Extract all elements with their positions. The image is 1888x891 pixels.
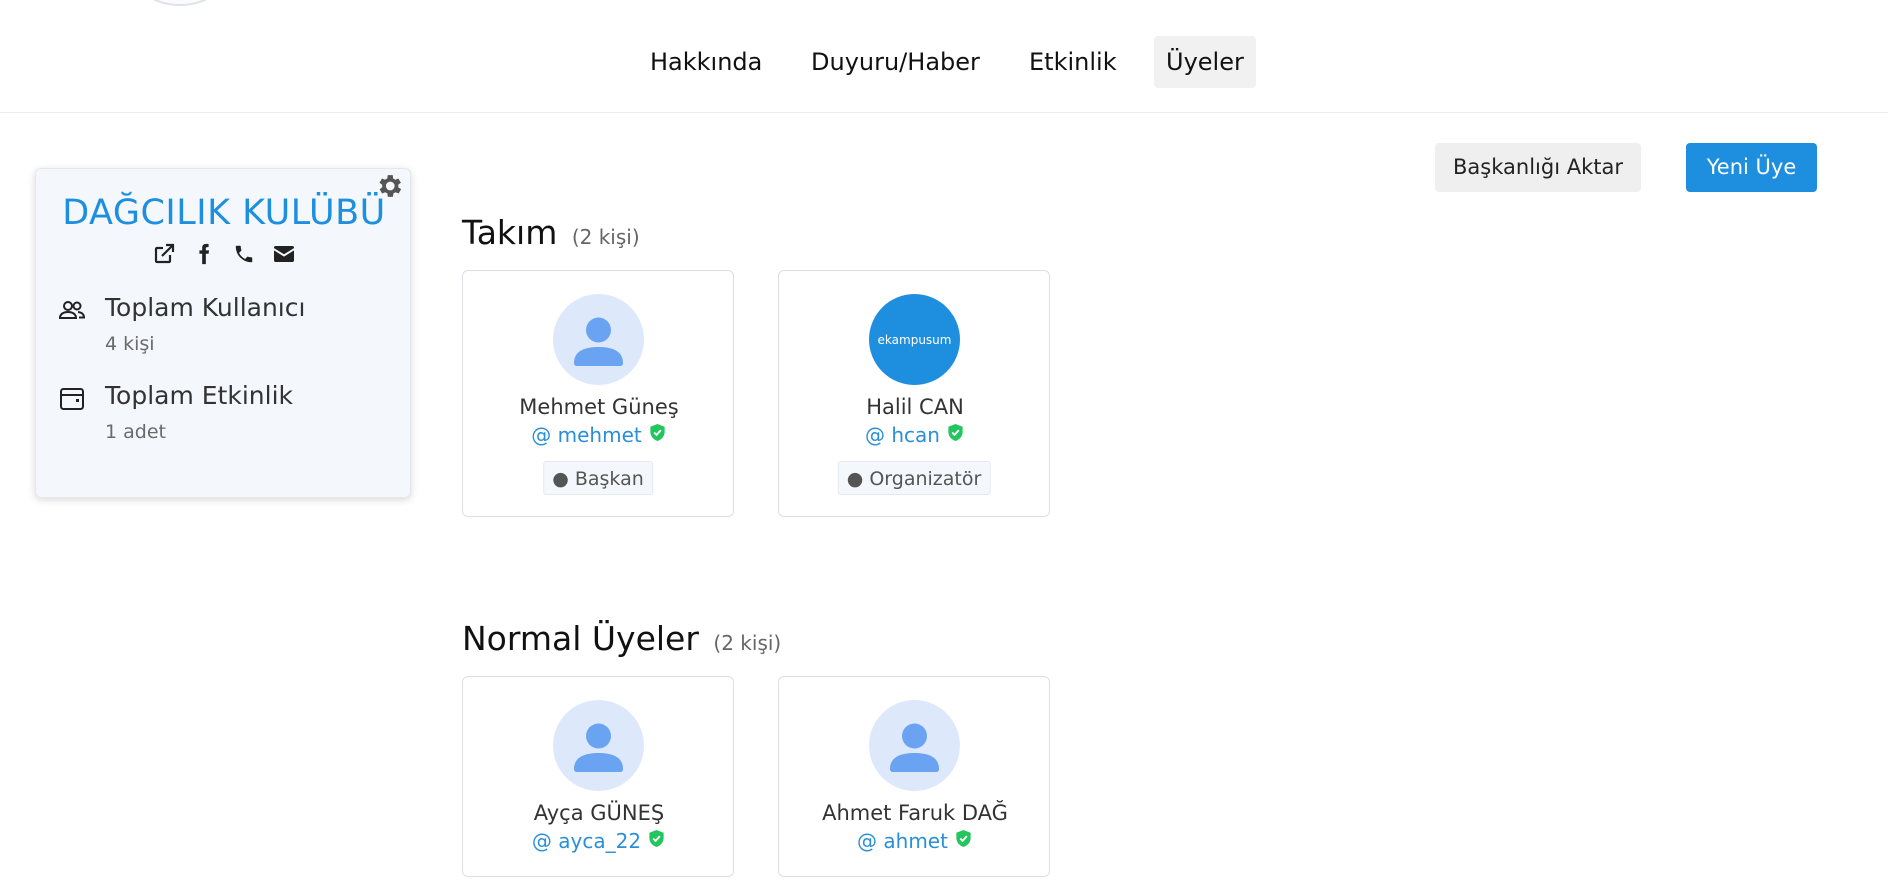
member-name: Ahmet Faruk DAĞ <box>822 801 1008 825</box>
member-username[interactable]: @ mehmet <box>463 423 735 447</box>
social-links <box>36 241 412 267</box>
stat-label-users: Toplam Kullanıcı <box>105 293 306 322</box>
avatar <box>553 294 644 385</box>
username-text[interactable]: @ ayca_22 <box>532 829 641 853</box>
users-icon <box>58 297 86 325</box>
verified-shield-icon <box>648 423 667 447</box>
normal-count: (2 kişi) <box>713 631 782 655</box>
member-card[interactable]: Ayça GÜNEŞ @ ayca_22 <box>462 676 734 877</box>
role-badge: ● Organizatör <box>837 461 991 495</box>
member-username[interactable]: @ hcan <box>779 423 1051 447</box>
stat-value-users: 4 kişi <box>105 333 155 355</box>
nav-tab-uyeler[interactable]: Üyeler <box>1154 36 1256 88</box>
normal-section-title: Normal Üyeler (2 kişi) <box>462 619 781 658</box>
member-name: Mehmet Güneş <box>519 395 679 419</box>
member-username[interactable]: @ ahmet <box>779 829 1051 853</box>
nav-tab-etkinlik[interactable]: Etkinlik <box>1017 36 1129 88</box>
verified-shield-icon <box>954 829 973 853</box>
phone-icon[interactable] <box>231 241 257 267</box>
team-section-title: Takım (2 kişi) <box>462 213 640 252</box>
verified-shield-icon <box>647 829 666 853</box>
external-link-icon[interactable] <box>151 241 177 267</box>
member-name: Halil CAN <box>866 395 964 419</box>
brand-avatar-ekampusum: ekampusum <box>869 294 960 385</box>
member-card[interactable]: Ahmet Faruk DAĞ @ ahmet <box>778 676 1050 877</box>
username-text[interactable]: @ ahmet <box>857 829 948 853</box>
member-card[interactable]: ekampusum Halil CAN @ hcan ● Organizatör <box>778 270 1050 517</box>
avatar <box>869 700 960 791</box>
member-card[interactable]: Mehmet Güneş @ mehmet ● Başkan <box>462 270 734 517</box>
role-badge: ● Başkan <box>543 461 653 495</box>
transfer-presidency-button[interactable]: Başkanlığı Aktar <box>1435 143 1641 192</box>
username-text[interactable]: @ hcan <box>865 423 940 447</box>
top-navigation: Hakkında Duyuru/Haber Etkinlik Üyeler <box>0 0 1888 113</box>
facebook-icon[interactable] <box>191 241 217 267</box>
nav-tab-duyuru-haber[interactable]: Duyuru/Haber <box>799 36 992 88</box>
normal-title: Normal Üyeler <box>462 619 699 658</box>
brand-avatar-text: ekampusum <box>877 332 952 347</box>
member-name: Ayça GÜNEŞ <box>533 801 665 825</box>
club-name: DAĞCILIK KULÜBÜ <box>62 193 386 233</box>
member-username[interactable]: @ ayca_22 <box>463 829 735 853</box>
team-count: (2 kişi) <box>571 225 640 249</box>
calendar-icon <box>58 385 86 413</box>
role-label: Organizatör <box>869 468 982 490</box>
email-icon[interactable] <box>271 241 297 267</box>
club-info-card: DAĞCILIK KULÜBÜ Toplam Kullanıcı 4 kişi … <box>35 168 411 498</box>
verified-shield-icon <box>946 423 965 447</box>
nav-tab-hakkinda[interactable]: Hakkında <box>638 36 774 88</box>
new-member-button[interactable]: Yeni Üye <box>1686 143 1817 192</box>
avatar <box>553 700 644 791</box>
stat-value-events: 1 adet <box>105 421 166 443</box>
team-title: Takım <box>462 213 558 252</box>
username-text[interactable]: @ mehmet <box>531 423 641 447</box>
stat-label-events: Toplam Etkinlik <box>105 381 293 410</box>
role-label: Başkan <box>574 468 644 490</box>
